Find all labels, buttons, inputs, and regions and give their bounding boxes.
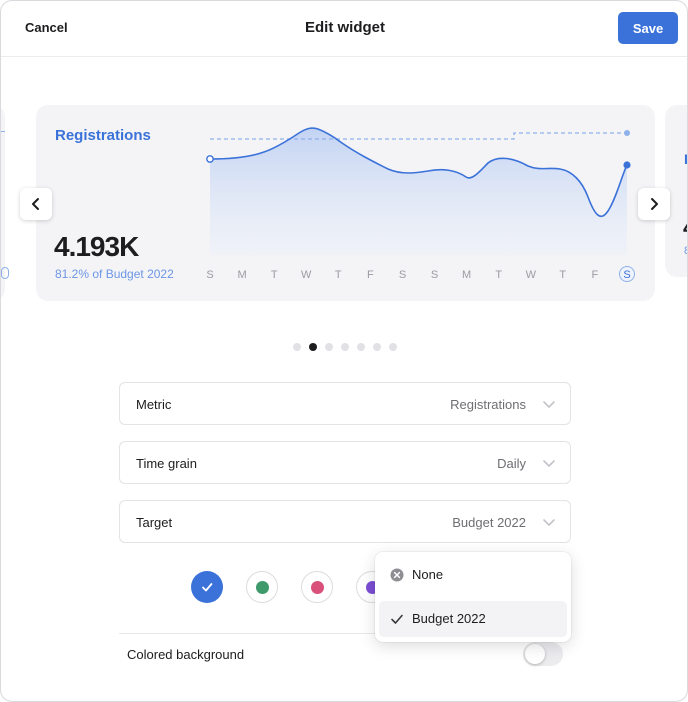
day-axis-label: F bbox=[592, 269, 599, 281]
peek-card-value: 4 bbox=[683, 215, 687, 241]
target-dropdown-menu: None Budget 2022 bbox=[375, 552, 571, 642]
day-axis-label: S bbox=[399, 269, 406, 281]
day-axis-label: S bbox=[431, 269, 438, 281]
dialog-title: Edit widget bbox=[305, 19, 385, 36]
day-axis-label: S bbox=[206, 269, 213, 281]
color-swatch-green[interactable] bbox=[246, 571, 278, 603]
chevron-down-icon bbox=[543, 519, 555, 526]
pagination-dot[interactable] bbox=[373, 343, 381, 351]
pagination-dot[interactable] bbox=[341, 343, 349, 351]
carousel-next-button[interactable] bbox=[638, 188, 670, 220]
chevron-right-icon bbox=[651, 198, 658, 210]
sparkline-area bbox=[210, 128, 627, 255]
time-grain-select-label: Time grain bbox=[136, 456, 197, 471]
carousel-prev-button[interactable] bbox=[20, 188, 52, 220]
day-axis-label: T bbox=[495, 269, 502, 281]
peek-day-circle bbox=[1, 267, 9, 279]
color-swatch-blue[interactable] bbox=[191, 571, 223, 603]
day-axis-label: T bbox=[335, 269, 342, 281]
edit-widget-dialog: Cancel Edit widget Save R 4 8 Registrati… bbox=[0, 0, 688, 702]
day-axis-label: M bbox=[462, 269, 471, 281]
day-axis-labels: SMTWTFSSMTWTFS bbox=[206, 269, 630, 281]
metric-select[interactable]: Metric Registrations bbox=[119, 382, 571, 425]
sparkline-start-point bbox=[206, 155, 214, 163]
toggle-knob bbox=[525, 644, 545, 664]
metric-select-label: Metric bbox=[136, 397, 172, 412]
chevron-down-icon bbox=[543, 401, 555, 408]
day-axis-label: T bbox=[271, 269, 278, 281]
colored-background-label: Colored background bbox=[127, 647, 245, 662]
dropdown-option-budget-2022[interactable]: Budget 2022 bbox=[379, 601, 567, 637]
day-axis-label: T bbox=[559, 269, 566, 281]
check-icon bbox=[202, 583, 213, 592]
time-grain-select[interactable]: Time grain Daily bbox=[119, 441, 571, 484]
target-select[interactable]: Target Budget 2022 bbox=[119, 500, 571, 543]
target-select-value: Budget 2022 bbox=[452, 515, 526, 530]
day-axis-label: F bbox=[367, 269, 374, 281]
color-swatch-pink[interactable] bbox=[301, 571, 333, 603]
pagination-dot[interactable] bbox=[325, 343, 333, 351]
dialog-header: Cancel Edit widget Save bbox=[1, 1, 687, 57]
pagination-dot[interactable] bbox=[309, 343, 317, 351]
dropdown-option-label: None bbox=[412, 567, 444, 582]
day-axis-label: M bbox=[238, 269, 247, 281]
target-line bbox=[210, 132, 627, 140]
pagination-dot[interactable] bbox=[357, 343, 365, 351]
dropdown-option-label: Budget 2022 bbox=[412, 611, 486, 626]
pagination-dot[interactable] bbox=[389, 343, 397, 351]
sparkline-chart: SMTWTFSSMTWTFS bbox=[206, 127, 635, 282]
time-grain-select-value: Daily bbox=[497, 456, 526, 471]
day-axis-label: S bbox=[623, 269, 630, 281]
day-axis-label: W bbox=[301, 269, 312, 281]
carousel-pagination bbox=[293, 343, 397, 351]
dropdown-option-none[interactable]: None bbox=[379, 557, 567, 593]
metric-select-value: Registrations bbox=[450, 397, 526, 412]
carousel-card-previous[interactable] bbox=[1, 105, 9, 301]
target-end-point bbox=[624, 130, 630, 136]
peek-card-title: R bbox=[684, 151, 687, 167]
swatch-dot bbox=[255, 580, 269, 594]
colored-background-toggle[interactable] bbox=[523, 642, 563, 666]
target-select-label: Target bbox=[136, 515, 173, 530]
clear-circle-icon bbox=[390, 568, 404, 582]
widget-preview-card: Registrations 4.193K 81.2% of Budget 202… bbox=[36, 105, 655, 301]
pagination-dot[interactable] bbox=[293, 343, 301, 351]
day-axis-label: W bbox=[526, 269, 537, 281]
check-icon bbox=[391, 614, 403, 624]
peek-target-line bbox=[1, 131, 5, 132]
sparkline-end-point bbox=[623, 161, 631, 169]
chevron-left-icon bbox=[32, 198, 39, 210]
chevron-down-icon bbox=[543, 460, 555, 467]
save-button[interactable]: Save bbox=[618, 12, 678, 44]
peek-card-subtext: 8 bbox=[684, 245, 687, 257]
swatch-dot bbox=[310, 580, 324, 594]
